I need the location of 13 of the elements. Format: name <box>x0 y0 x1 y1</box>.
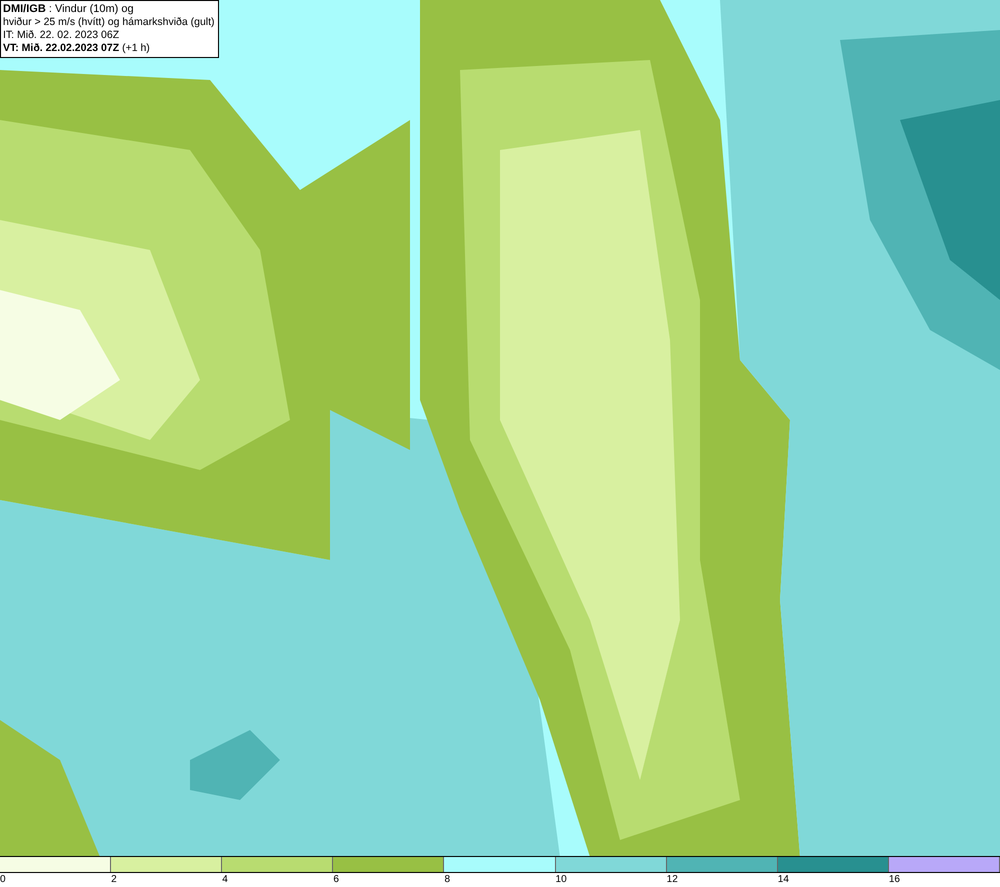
legend-label: 8 <box>444 874 450 886</box>
legend-label: 16 <box>888 874 900 886</box>
legend-label: 0 <box>0 874 6 886</box>
legend-label: 10 <box>556 874 567 886</box>
legend-label: 6 <box>333 874 339 886</box>
info-text: hviður > 25 m/s (hvítt) og hámarkshviða (gult) <box>3 16 215 29</box>
info-text: IT: Mið. 22. 02. 2023 06Z <box>3 29 120 42</box>
legend-label: 2 <box>111 874 117 886</box>
legend-label: 14 <box>778 874 789 886</box>
info-text: VT: Mið. 22.02.2023 07Z (+1 h) <box>3 42 151 55</box>
legend-label: 4 <box>222 874 228 886</box>
info-text: DMI/IGB : Vindur (10m) og <box>3 3 135 16</box>
legend-label: 12 <box>666 874 678 886</box>
